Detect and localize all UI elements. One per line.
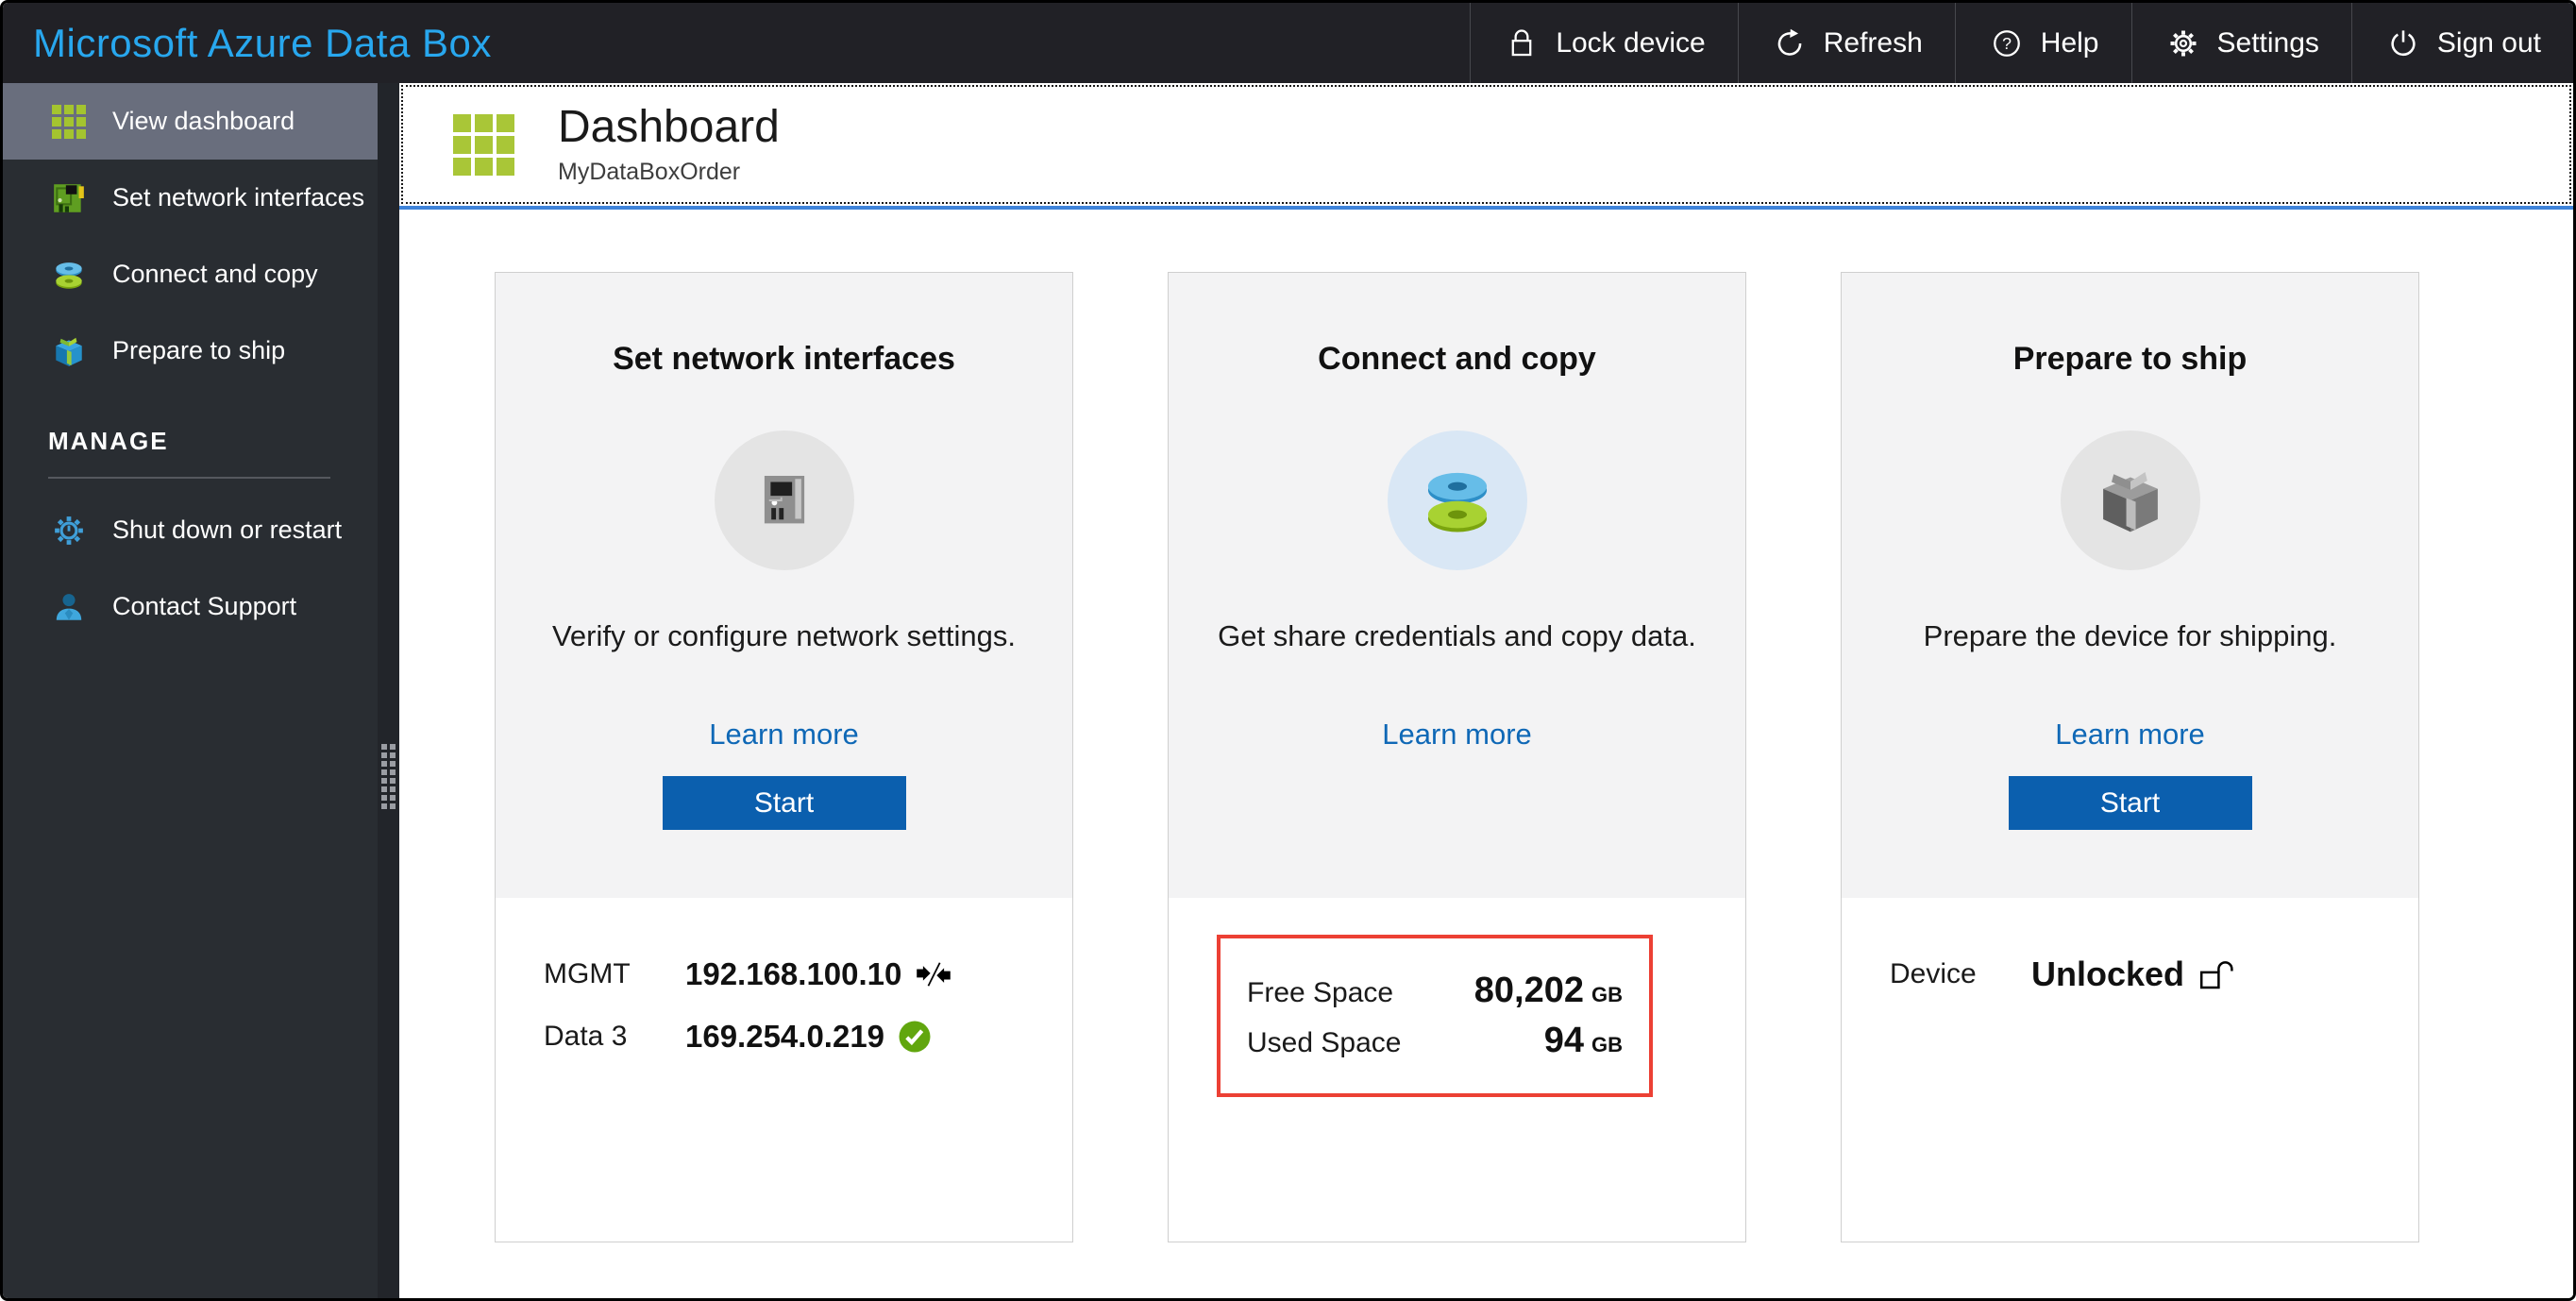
interface-label: MGMT <box>544 958 631 989</box>
sidebar-item-label: Prepare to ship <box>112 336 286 364</box>
help-label: Help <box>2040 26 2099 59</box>
device-label: Device <box>1890 958 1977 989</box>
device-lock-state-value: Unlocked <box>2031 955 2185 993</box>
disk-stack-icon <box>1387 431 1527 570</box>
disk-stack-icon <box>50 256 88 294</box>
sidebar-item-label: View dashboard <box>112 107 295 135</box>
check-circle-icon <box>898 1020 932 1054</box>
interface-label: Data 3 <box>544 1021 628 1052</box>
free-space-unit: GB <box>1591 983 1623 1006</box>
learn-more-link[interactable]: Learn more <box>709 718 859 752</box>
card-connect-and-copy: Connect and copy Get share credentials a… <box>1168 272 1746 1242</box>
refresh-label: Refresh <box>1823 26 1923 59</box>
card-title: Connect and copy <box>1318 341 1596 377</box>
cards-row: Set network interfaces Verify or configu… <box>399 210 2573 1242</box>
sidebar-item-label: Contact Support <box>112 592 297 620</box>
power-icon <box>2384 25 2422 62</box>
learn-more-link[interactable]: Learn more <box>1382 718 1532 752</box>
space-highlight-box: Free Space 80,202 GB Used Space 94 GB <box>1217 935 1653 1097</box>
sidebar-item-view-dashboard[interactable]: View dashboard <box>3 83 378 160</box>
card-title: Set network interfaces <box>613 341 955 377</box>
data3-interface-row: Data 3 169.254.0.219 <box>544 1015 1029 1058</box>
settings-label: Settings <box>2216 26 2319 59</box>
page-header: Dashboard MyDataBoxOrder <box>399 83 2573 206</box>
grid-icon <box>50 103 88 141</box>
start-button[interactable]: Start <box>2008 776 2252 830</box>
lock-device-label: Lock device <box>1556 26 1706 59</box>
svg-text:?: ? <box>2002 34 2012 53</box>
free-space-row: Free Space 80,202 GB <box>1247 971 1623 1011</box>
sign-out-button[interactable]: Sign out <box>2350 3 2573 83</box>
sidebar-item-label: Shut down or restart <box>112 515 343 544</box>
topbar-actions: Lock device Refresh ? Help Settings Sign… <box>1470 3 2573 83</box>
help-button[interactable]: ? Help <box>1954 3 2131 83</box>
app-window: Microsoft Azure Data Box Lock device Ref… <box>0 0 2576 1301</box>
power-gear-icon <box>50 512 88 549</box>
page-title: Dashboard <box>558 102 780 153</box>
sidebar-item-connect-and-copy[interactable]: Connect and copy <box>3 236 378 313</box>
gift-box-icon <box>50 332 88 370</box>
order-name: MyDataBoxOrder <box>558 158 741 185</box>
gift-box-icon <box>2060 431 2200 570</box>
learn-more-link[interactable]: Learn more <box>2055 718 2205 752</box>
app-title: Microsoft Azure Data Box <box>33 20 492 65</box>
refresh-button[interactable]: Refresh <box>1737 3 1955 83</box>
main-content: Dashboard MyDataBoxOrder Set network int… <box>399 83 2573 1298</box>
network-card-icon <box>714 431 854 570</box>
sign-out-label: Sign out <box>2436 26 2541 59</box>
data3-ip-value: 169.254.0.219 <box>685 1019 885 1054</box>
sidebar-divider <box>48 477 330 479</box>
card-description: Get share credentials and copy data. <box>1218 619 1696 652</box>
top-bar: Microsoft Azure Data Box Lock device Ref… <box>3 3 2573 83</box>
mgmt-ip-value: 192.168.100.10 <box>685 956 902 991</box>
card-prepare-to-ship: Prepare to ship Prepare the device for s… <box>1841 272 2419 1242</box>
used-space-label: Used Space <box>1247 1027 1402 1058</box>
card-description: Verify or configure network settings. <box>551 619 1017 652</box>
card-description: Prepare the device for shipping. <box>1923 619 2337 652</box>
used-space-row: Used Space 94 GB <box>1247 1021 1623 1061</box>
page-header-text: Dashboard MyDataBoxOrder <box>558 102 780 186</box>
lock-device-button[interactable]: Lock device <box>1470 3 1737 83</box>
mgmt-interface-row: MGMT 192.168.100.10 <box>544 953 1029 996</box>
free-space-value: 80,202 <box>1473 971 1584 1010</box>
network-card-icon <box>50 179 88 217</box>
sidebar-item-label: Set network interfaces <box>112 183 365 211</box>
help-icon: ? <box>1988 25 2026 62</box>
refresh-icon <box>1771 25 1809 62</box>
device-lock-state-row: Device Unlocked <box>1890 953 2375 996</box>
sidebar-item-label: Connect and copy <box>112 260 318 288</box>
sidebar-section-manage: MANAGE <box>48 427 169 455</box>
card-title: Prepare to ship <box>2012 341 2248 377</box>
sidebar-item-shut-down-or-restart[interactable]: Shut down or restart <box>3 492 378 568</box>
resize-drag-handle[interactable] <box>381 744 396 809</box>
lock-icon <box>1503 25 1541 62</box>
dashboard-grid-icon <box>452 113 514 176</box>
person-icon <box>50 588 88 626</box>
sidebar-item-prepare-to-ship[interactable]: Prepare to ship <box>3 313 378 389</box>
plug-disconnected-icon <box>915 960 952 988</box>
settings-button[interactable]: Settings <box>2130 3 2351 83</box>
settings-gear-icon <box>2164 25 2202 62</box>
start-button[interactable]: Start <box>662 776 906 830</box>
unlock-icon <box>2197 958 2237 990</box>
sidebar-item-contact-support[interactable]: Contact Support <box>3 568 378 645</box>
used-space-unit: GB <box>1591 1033 1623 1056</box>
card-set-network-interfaces: Set network interfaces Verify or configu… <box>495 272 1073 1242</box>
free-space-label: Free Space <box>1247 977 1394 1008</box>
sidebar-item-set-network-interfaces[interactable]: Set network interfaces <box>3 160 378 236</box>
sidebar: View dashboard Set network interfaces Co… <box>3 83 378 1298</box>
sidebar-resize-strip <box>378 83 399 1298</box>
used-space-value: 94 <box>1543 1021 1584 1060</box>
